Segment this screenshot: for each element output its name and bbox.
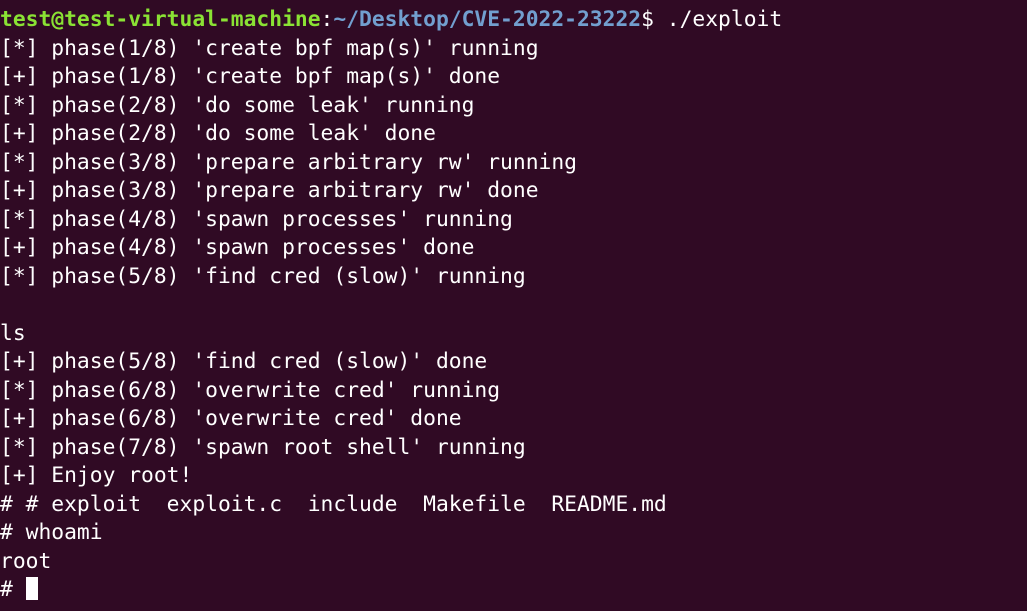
output-line: [*] phase(5/8) 'find cred (slow)' runnin… [0,263,526,289]
output-line: [+] phase(4/8) 'spawn processes' done [0,235,475,260]
output-line: ls [0,320,26,346]
terminal-output: test@test-virtual-machine:~/Desktop/CVE-… [0,6,782,605]
output-line: [+] phase(2/8) 'do some leak' done [0,121,436,146]
output-line: [*] phase(6/8) 'overwrite cred' running [0,377,501,403]
current-prompt-line[interactable]: # [0,576,782,605]
prompt-separator: : [320,7,334,32]
output-line: [*] phase(7/8) 'spawn root shell' runnin… [0,434,526,460]
prompt-symbol: $ [641,7,654,32]
prompt-command: ./exploit [653,7,783,32]
output-line: [+] phase(3/8) 'prepare arbitrary rw' do… [0,178,539,203]
output-line: root [0,548,52,574]
output-line: # whoami [0,520,103,545]
prompt-path: ~/Desktop/CVE-2022-23222 [333,7,642,32]
root-prompt: # [0,577,26,602]
output-line: [+] phase(6/8) 'overwrite cred' done [0,406,462,431]
output-line: [*] phase(1/8) 'create bpf map(s)' runni… [0,35,539,61]
terminal-window[interactable]: test@test-virtual-machine:~/Desktop/CVE-… [0,0,1027,611]
output-line: [+] Enjoy root! [0,463,193,488]
output-line: [+] phase(1/8) 'create bpf map(s)' done [0,64,501,89]
prompt-line: test@test-virtual-machine:~/Desktop/CVE-… [0,6,782,35]
output-line: [*] phase(2/8) 'do some leak' running [0,92,475,118]
output-line: [*] phase(4/8) 'spawn processes' running [0,206,513,232]
output-line: # # exploit exploit.c include Makefile R… [0,491,667,517]
output-line: [*] phase(3/8) 'prepare arbitrary rw' ru… [0,149,577,175]
output-line: [+] phase(5/8) 'find cred (slow)' done [0,349,488,374]
prompt-user-host: test@test-virtual-machine [0,7,321,32]
text-cursor[interactable] [25,577,38,600]
